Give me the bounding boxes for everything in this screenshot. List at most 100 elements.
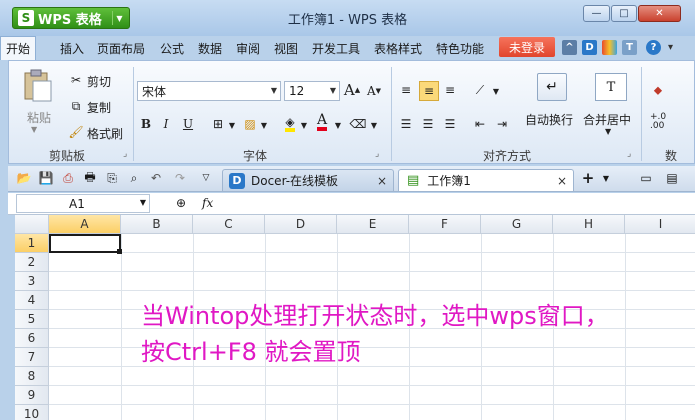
print-icon[interactable]: 🖶 [82,170,98,186]
row-header-9[interactable]: 9 [15,386,49,405]
currency-icon[interactable]: ⬥ [649,81,667,99]
new-tab-button[interactable]: + [580,169,596,187]
italic-button[interactable]: I [157,115,175,133]
font-launcher-icon[interactable]: ⌟ [375,149,379,159]
increase-indent-icon[interactable]: ⇥ [493,115,511,133]
insert-function-button[interactable]: fx [202,196,213,210]
column-header-a[interactable]: A [49,215,121,234]
row-header-8[interactable]: 8 [15,367,49,386]
close-button[interactable]: ✕ [638,5,681,22]
zoom-search-icon[interactable]: ⊕ [176,196,186,210]
wrap-text-icon[interactable]: ↵ [537,73,567,101]
row-header-3[interactable]: 3 [15,272,49,291]
open-folder-icon[interactable]: 📂 [16,170,32,186]
fill-handle[interactable] [117,249,122,254]
increase-decimal-button[interactable]: +.0 .00 [650,113,666,131]
row-header-7[interactable]: 7 [15,348,49,367]
new-tab-dropdown-icon[interactable]: ▼ [598,170,614,186]
ribbon-separator [391,67,392,161]
name-box[interactable]: A1 ▼ [16,194,150,213]
tab-insert[interactable]: 插入 [60,40,84,57]
clear-format-dropdown-icon[interactable]: ▼ [365,116,383,134]
paste-button[interactable] [21,69,55,103]
tab-workbook1[interactable]: ▤ 工作簿1 × [398,169,574,191]
maximize-button[interactable]: □ [611,5,637,22]
minimize-button[interactable]: — [583,5,610,22]
row-header-2[interactable]: 2 [15,253,49,272]
undo-icon[interactable]: ↶ [148,170,164,186]
help-icon[interactable]: ? [646,40,661,55]
shrink-font-button[interactable]: A ▼ [365,82,383,100]
tab-list-icon[interactable]: ▤ [664,170,680,186]
column-header-i[interactable]: I [625,215,695,234]
tile-windows-icon[interactable]: ▭ [638,170,654,186]
skin-icon[interactable] [602,40,617,55]
align-right-icon[interactable]: ☰ [441,115,459,133]
alignment-launcher-icon[interactable]: ⌟ [627,149,631,159]
align-bottom-icon[interactable]: ≡ [441,81,459,99]
underline-button[interactable]: U [179,115,197,133]
merge-center-dropdown-icon[interactable]: ▼ [605,127,611,136]
help-dropdown-icon[interactable]: ▾ [663,40,678,55]
column-header-e[interactable]: E [337,215,409,234]
formula-input[interactable] [222,194,695,213]
login-button[interactable]: 未登录 [499,37,555,57]
fill-pattern-dropdown-icon[interactable]: ▼ [255,116,273,134]
grow-font-button[interactable]: A ▲ [343,81,361,99]
paste-dropdown-icon[interactable]: ▼ [31,125,37,134]
bold-button[interactable]: B [137,115,155,133]
row-header-5[interactable]: 5 [15,310,49,329]
tab-home[interactable]: 开始 [0,36,36,60]
customize-toolbar-icon[interactable]: ▽ [198,170,214,186]
column-header-h[interactable]: H [553,215,625,234]
redo-icon[interactable]: ↷ [172,170,188,186]
font-color-dropdown-icon[interactable]: ▼ [329,116,347,134]
tab-special[interactable]: 特色功能 [436,40,484,57]
column-header-g[interactable]: G [481,215,553,234]
close-icon[interactable]: × [557,174,567,188]
shirt-icon[interactable]: T [622,40,637,55]
column-header-c[interactable]: C [193,215,265,234]
collapse-ribbon-icon[interactable]: ^ [562,40,577,55]
align-top-icon[interactable]: ≡ [397,81,415,99]
merge-center-button[interactable]: 合并居中 [583,111,631,128]
row-header-6[interactable]: 6 [15,329,49,348]
align-left-icon[interactable]: ☰ [397,115,415,133]
tab-data[interactable]: 数据 [198,40,222,57]
row-header-1[interactable]: 1 [15,234,49,253]
decrease-indent-icon[interactable]: ⇤ [471,115,489,133]
print-preview-icon[interactable]: ⎘ [104,170,120,186]
row-header-4[interactable]: 4 [15,291,49,310]
wrap-text-button[interactable]: 自动换行 [525,111,573,128]
fill-color-dropdown-icon[interactable]: ▼ [295,116,313,134]
save-icon[interactable]: 💾 [38,170,54,186]
font-size-combo[interactable]: 12 ▼ [284,81,340,101]
column-header-b[interactable]: B [121,215,193,234]
row-header-10[interactable]: 10 [15,405,49,420]
select-all-corner[interactable] [15,215,49,234]
active-cell-a1[interactable] [49,234,121,253]
align-middle-icon[interactable]: ≡ [419,81,439,101]
tab-table-style[interactable]: 表格样式 [374,40,422,57]
close-icon[interactable]: × [377,174,387,188]
tab-view[interactable]: 视图 [274,40,298,57]
border-dropdown-icon[interactable]: ▼ [223,116,241,134]
tab-docer[interactable]: D Docer-在线模板 × [222,169,394,191]
text-direction-dropdown-icon[interactable]: ▼ [487,82,505,100]
clipboard-launcher-icon[interactable]: ⌟ [123,149,127,159]
export-pdf-icon[interactable]: ⎙ [60,170,76,186]
docer-icon[interactable]: D [582,40,597,55]
tab-formulas[interactable]: 公式 [160,40,184,57]
format-painter-button[interactable]: 格式刷 [87,125,123,142]
find-icon[interactable]: ⌕ [126,170,142,186]
column-header-d[interactable]: D [265,215,337,234]
tab-page-layout[interactable]: 页面布局 [97,40,145,57]
column-header-f[interactable]: F [409,215,481,234]
cut-button[interactable]: 剪切 [87,73,111,90]
align-center-icon[interactable]: ☰ [419,115,437,133]
merge-center-icon[interactable]: T [595,73,627,101]
copy-button[interactable]: 复制 [87,99,111,116]
font-name-combo[interactable]: 宋体 ▼ [137,81,281,101]
tab-review[interactable]: 审阅 [236,40,260,57]
tab-developer[interactable]: 开发工具 [312,40,360,57]
